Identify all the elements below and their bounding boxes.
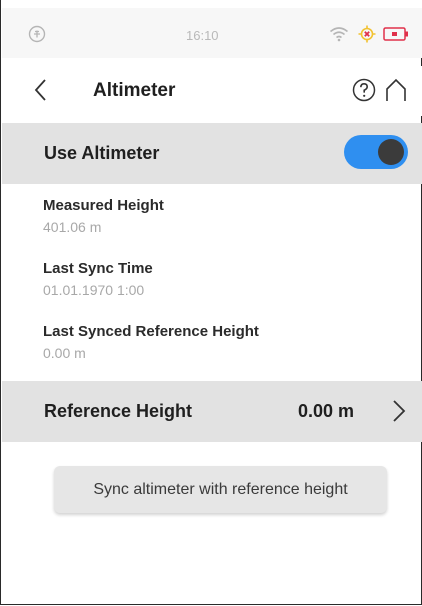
last-sync-time-title: Last Sync Time <box>43 260 153 277</box>
sync-altimeter-button[interactable]: Sync altimeter with reference height <box>54 466 387 513</box>
use-altimeter-label: Use Altimeter <box>44 143 160 163</box>
app-icon <box>28 25 46 43</box>
page-title: Altimeter <box>93 80 176 101</box>
measured-height-value: 401.06 m <box>43 219 102 235</box>
measured-height-title: Measured Height <box>43 197 164 214</box>
top-overlay <box>1 0 422 8</box>
measured-height-item: Measured Height 401.06 m <box>43 197 164 235</box>
help-circle-icon[interactable] <box>352 78 376 102</box>
reference-height-label: Reference Height <box>44 401 193 421</box>
last-sync-time-item: Last Sync Time 01.01.1970 1:00 <box>43 260 153 298</box>
wifi-icon <box>329 27 349 42</box>
toggle-knob <box>378 139 404 165</box>
status-bar: 16:10 <box>2 8 422 58</box>
home-icon[interactable] <box>385 78 407 102</box>
chevron-left-icon[interactable] <box>32 78 50 102</box>
reference-height-value: 0.00 m <box>298 401 355 421</box>
use-altimeter-toggle[interactable] <box>344 135 408 169</box>
satellite-status-icon <box>358 25 376 43</box>
battery-icon <box>383 27 408 41</box>
use-altimeter-row[interactable]: Use Altimeter <box>2 123 422 184</box>
last-synced-reference-height-item: Last Synced Reference Height 0.00 m <box>43 323 259 361</box>
screen: 16:10 Altimeter Use Altimeter Measured H… <box>0 0 422 605</box>
last-synced-reference-height-value: 0.00 m <box>43 345 86 361</box>
nav-bar: Altimeter <box>2 66 422 116</box>
last-sync-time-value: 01.01.1970 1:00 <box>43 282 145 298</box>
chevron-right-icon[interactable] <box>392 399 406 423</box>
status-time: 16:10 <box>186 28 219 43</box>
reference-height-row[interactable]: Reference Height 0.00 m <box>2 381 422 442</box>
last-synced-reference-height-title: Last Synced Reference Height <box>43 323 259 340</box>
